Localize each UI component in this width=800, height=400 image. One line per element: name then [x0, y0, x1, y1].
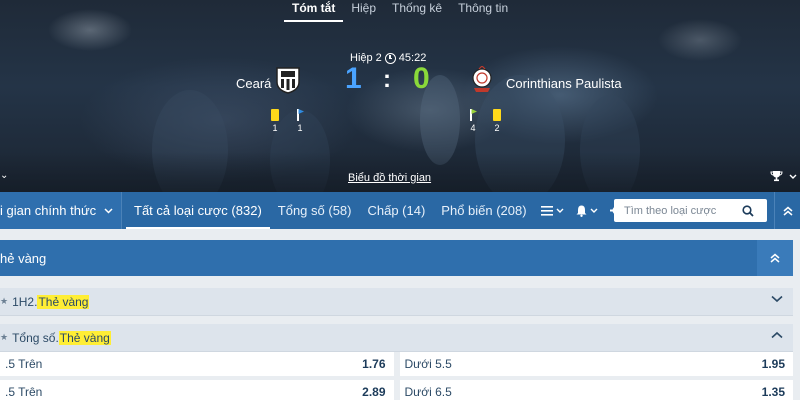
home-yellow-cards-stat: 1: [269, 109, 281, 133]
home-team-name[interactable]: Ceará: [236, 76, 271, 91]
market-search-box: [614, 199, 767, 222]
odds-value: 1.76: [362, 357, 386, 371]
market-group-total-yellow-cards[interactable]: ★ Tổng số. Thẻ vàng: [0, 324, 793, 352]
odds-label: .5 Trên: [5, 385, 43, 399]
market-section-header[interactable]: hẻ vàng: [0, 240, 793, 276]
tab-statistics[interactable]: Thống kê: [384, 0, 450, 22]
match-tabs: Tóm tắt Hiệp Thống kê Thông tin: [284, 0, 516, 22]
clock-icon: [384, 52, 396, 64]
collapse-section-button[interactable]: [757, 240, 793, 276]
odds-label: Dưới 5.5: [404, 357, 452, 371]
double-chevron-up-icon: [770, 253, 780, 263]
away-corners-count: 4: [470, 123, 476, 133]
chevron-down-icon: [104, 207, 113, 214]
market-group-1h2-yellow-cards[interactable]: ★ 1H2. Thẻ vàng: [0, 288, 793, 316]
away-team-crest-icon: [472, 66, 492, 92]
group-highlight: Thẻ vàng: [58, 330, 111, 345]
away-yellow-cards-count: 2: [494, 123, 500, 133]
timeline-chart-link[interactable]: Biểu đồ thời gian: [348, 172, 431, 184]
corner-flag-icon: [468, 109, 478, 121]
odds-row: .5 Trên 2.89 Dưới 6.5 1.35: [0, 380, 793, 400]
tournament-menu[interactable]: [770, 170, 797, 182]
trophy-icon: [770, 171, 783, 182]
odds-over-button[interactable]: .5 Trên 1.76: [0, 352, 394, 376]
chevron-down-icon[interactable]: [771, 295, 783, 303]
tab-info[interactable]: Thông tin: [450, 0, 516, 22]
period-select[interactable]: i gian chính thức: [0, 192, 122, 229]
chevron-down-icon: [556, 208, 564, 213]
search-icon[interactable]: [742, 204, 754, 217]
corner-flag-icon: [295, 109, 305, 121]
odds-label: .5 Trên: [5, 357, 43, 371]
yellow-card-icon: [493, 109, 501, 121]
away-score: 0: [413, 62, 430, 95]
chevron-down-icon: [789, 174, 797, 179]
market-search-input[interactable]: [614, 204, 742, 217]
away-yellow-cards-stat: 2: [491, 109, 503, 133]
yellow-card-icon: [271, 109, 279, 121]
match-header-banner: [0, 0, 800, 192]
tab-handicap[interactable]: Chấp (14): [359, 192, 433, 229]
home-yellow-cards-count: 1: [272, 123, 278, 133]
tab-popular[interactable]: Phổ biến (208): [433, 192, 534, 229]
bell-icon: [576, 205, 587, 217]
pin-icon[interactable]: ★: [0, 332, 8, 343]
home-corners-count: 1: [297, 123, 303, 133]
score-separator: :: [383, 66, 391, 93]
double-chevron-up-icon: [783, 206, 792, 216]
pin-icon[interactable]: ★: [0, 296, 8, 307]
players-background-image: [152, 75, 640, 192]
odds-row: .5 Trên 1.76 Dưới 5.5 1.95: [0, 352, 793, 376]
odds-value: 1.95: [761, 357, 785, 371]
home-corners-stat: 1: [294, 109, 306, 133]
collapse-nav-button[interactable]: [774, 192, 800, 229]
list-icon: [540, 205, 553, 216]
away-team-name[interactable]: Corinthians Paulista: [506, 76, 622, 91]
home-team-crest-icon: [276, 67, 300, 94]
away-corners-stat: 4: [467, 109, 479, 133]
chevron-up-icon[interactable]: [771, 331, 783, 339]
odds-value: 2.89: [362, 385, 386, 399]
section-title: hẻ vàng: [0, 250, 47, 266]
notifications-menu[interactable]: [570, 192, 604, 229]
tab-totals[interactable]: Tổng số (58): [270, 192, 360, 229]
group-highlight: Thẻ vàng: [37, 294, 90, 309]
group-prefix: Tổng số.: [12, 330, 59, 345]
odds-label: Dưới 6.5: [404, 385, 452, 399]
home-score: 1: [345, 62, 362, 95]
odds-value: 1.35: [761, 385, 785, 399]
odds-under-button[interactable]: Dưới 6.5 1.35: [399, 380, 793, 400]
odds-under-button[interactable]: Dưới 5.5 1.95: [399, 352, 793, 376]
chevron-down-icon: [590, 208, 598, 213]
chevron-down-icon[interactable]: ⌄: [0, 170, 8, 181]
group-prefix: 1H2.: [12, 294, 38, 309]
odds-over-button[interactable]: .5 Trên 2.89: [0, 380, 394, 400]
tab-half[interactable]: Hiệp: [343, 0, 384, 22]
tab-all-markets[interactable]: Tất cả loại cược (832): [126, 192, 270, 229]
period-select-label: i gian chính thức: [0, 203, 97, 218]
list-view-menu[interactable]: [535, 192, 570, 229]
tab-summary[interactable]: Tóm tắt: [284, 0, 344, 22]
